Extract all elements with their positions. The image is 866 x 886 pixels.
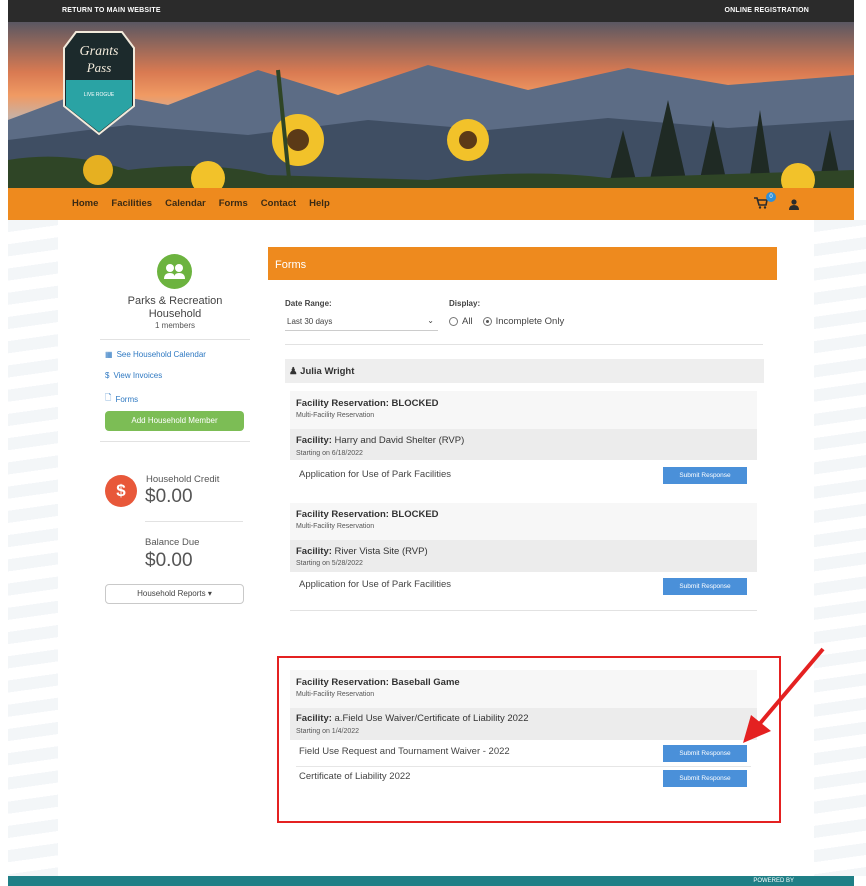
page-footer: POWERED BY	[8, 876, 854, 886]
grants-pass-logo[interactable]: Grants Pass LIVE ROGUE	[62, 28, 136, 138]
nav-calendar[interactable]: Calendar	[165, 198, 206, 209]
section-divider	[290, 610, 757, 611]
display-label: Display:	[449, 299, 481, 308]
cart-icon[interactable]: 0	[754, 192, 776, 214]
user-icon[interactable]	[789, 197, 799, 215]
red-arrow-icon	[743, 647, 825, 743]
household-group-icon	[157, 254, 192, 289]
household-credit-label: Household Credit	[146, 474, 220, 485]
cart-count-badge: 0	[766, 192, 776, 202]
household-members: 1 members	[154, 321, 195, 330]
left-pattern	[8, 220, 58, 876]
document-icon: 🗋	[105, 393, 112, 402]
powered-by-text: POWERED BY	[753, 878, 794, 884]
person-header: ♟ Julia Wright	[285, 359, 764, 383]
radio-incomplete-label: Incomplete Only	[495, 316, 565, 327]
reservation-section-header	[290, 391, 757, 429]
view-invoices-link[interactable]: $ View Invoices	[105, 371, 162, 380]
logo-tagline: LIVE ROGUE	[84, 92, 115, 98]
dollar-credit-icon: $	[105, 475, 137, 507]
view-invoices-label: View Invoices	[113, 371, 163, 380]
balance-due-amount: $0.00	[145, 550, 193, 571]
see-household-calendar-link[interactable]: ▦ See Household Calendar	[105, 350, 206, 359]
facility-prefix: Facility:	[296, 546, 332, 557]
dollar-icon: $	[105, 371, 110, 380]
form-name: Application for Use of Park Facilities	[299, 469, 452, 480]
facility-line: Facility: River Vista Site (RVP)	[296, 546, 428, 557]
reservation-subtitle: Multi-Facility Reservation	[296, 523, 375, 530]
nav-help[interactable]: Help	[309, 198, 330, 209]
display-radio-group: All Incomplete Only	[449, 316, 564, 327]
date-range-label: Date Range:	[285, 299, 332, 308]
see-household-calendar-label: See Household Calendar	[116, 350, 206, 359]
nav-facilities[interactable]: Facilities	[111, 198, 152, 209]
facility-start-date: Starting on 6/18/2022	[296, 450, 363, 457]
household-reports-dropdown[interactable]: Household Reports ▾	[105, 584, 244, 604]
logo-line2: Pass	[86, 60, 112, 75]
person-name: Julia Wright	[300, 366, 355, 377]
submit-response-button[interactable]: Submit Response	[663, 467, 747, 484]
facility-line: Facility: Harry and David Shelter (RVP)	[296, 435, 464, 446]
forms-panel-header: Forms	[268, 247, 777, 280]
facility-prefix: Facility:	[296, 435, 332, 446]
facility-start-date: Starting on 5/28/2022	[296, 560, 363, 567]
nav-contact[interactable]: Contact	[261, 198, 296, 209]
facility-name: Harry and David Shelter (RVP)	[334, 435, 465, 446]
household-credit-amount: $0.00	[145, 486, 193, 507]
add-household-member-button[interactable]: Add Household Member	[105, 411, 244, 431]
form-name: Application for Use of Park Facilities	[299, 579, 452, 590]
filter-divider	[285, 344, 763, 345]
date-range-value: Last 30 days	[287, 317, 333, 326]
chevron-down-icon: ⌄	[427, 316, 434, 325]
forms-label: Forms	[115, 394, 139, 404]
submit-response-button[interactable]: Submit Response	[663, 578, 747, 595]
reservation-subtitle: Multi-Facility Reservation	[296, 412, 375, 419]
highlight-box	[277, 656, 781, 823]
household-title: Parks & Recreation Household	[127, 295, 223, 320]
credit-divider	[145, 521, 243, 522]
sidebar-divider	[100, 339, 250, 340]
calendar-icon: ▦	[105, 350, 113, 359]
user-icon: ♟	[289, 366, 298, 377]
facility-name: River Vista Site (RVP)	[334, 546, 428, 557]
radio-all[interactable]	[449, 317, 458, 326]
sidebar-divider	[100, 441, 250, 442]
online-registration-link[interactable]: ONLINE REGISTRATION	[724, 7, 809, 14]
date-range-select[interactable]: Last 30 days ⌄	[285, 313, 438, 331]
radio-incomplete-only[interactable]	[482, 317, 492, 326]
right-pattern	[814, 220, 866, 876]
nav-home[interactable]: Home	[72, 198, 98, 209]
logo-line1: Grants	[80, 44, 119, 59]
return-main-link[interactable]: RETURN TO MAIN WEBSITE	[62, 7, 161, 14]
balance-due-label: Balance Due	[145, 537, 200, 548]
reservation-title: Facility Reservation: BLOCKED	[296, 398, 439, 409]
nav-forms[interactable]: Forms	[219, 198, 248, 209]
forms-link[interactable]: 🗋 Forms	[105, 392, 138, 406]
main-nav: Home Facilities Calendar Forms Contact H…	[8, 188, 854, 220]
top-strip: RETURN TO MAIN WEBSITE ONLINE REGISTRATI…	[8, 0, 854, 22]
radio-all-label: All	[462, 316, 473, 327]
reservation-title: Facility Reservation: BLOCKED	[296, 509, 439, 520]
